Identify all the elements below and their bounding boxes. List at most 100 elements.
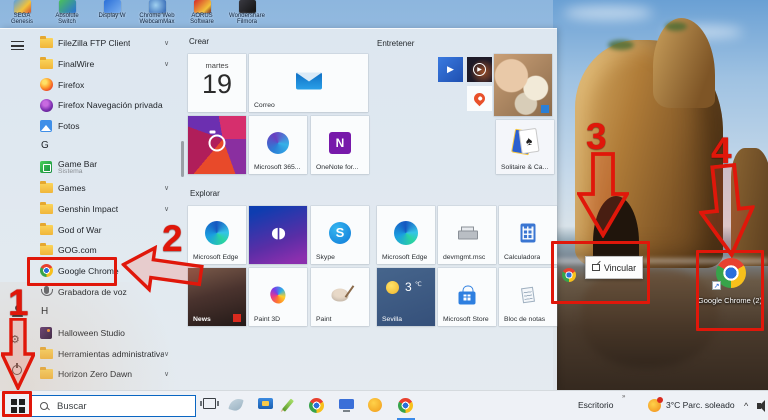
chevron-down-icon[interactable]: ∨ xyxy=(164,205,169,213)
app-item-label: GOG.com xyxy=(58,245,97,256)
tile-camara[interactable] xyxy=(188,116,246,174)
app-list-scrollbar[interactable] xyxy=(181,141,184,177)
tile-paint-3d[interactable]: Paint 3D xyxy=(249,268,307,326)
speaker-icon[interactable] xyxy=(757,400,768,412)
tile-microsoft-edge-2[interactable]: Microsoft Edge xyxy=(377,206,435,264)
mail-icon xyxy=(295,72,322,90)
taskbar-app-feather[interactable] xyxy=(228,396,244,413)
desktop-icon-1[interactable]: SEGA Genesis xyxy=(0,0,44,25)
tile-mapas[interactable] xyxy=(467,86,492,111)
app-item-finalwire[interactable]: FinalWire ∨ xyxy=(0,54,182,75)
sun-icon xyxy=(386,281,399,294)
tile-label: Sevilla xyxy=(382,316,403,323)
tile-label: Microsoft 365... xyxy=(254,164,301,171)
tile-calculadora[interactable]: Calculadora xyxy=(499,206,557,264)
toolbox-icon xyxy=(258,398,273,409)
tile-peliculas-tv[interactable]: ▶ xyxy=(438,57,463,82)
tile-onenote[interactable]: N OneNote for... xyxy=(311,116,369,174)
dragged-chrome-icon[interactable] xyxy=(562,268,576,282)
desktop-icon-6[interactable]: Wondershare Filmora xyxy=(225,0,269,25)
folder-icon xyxy=(39,181,53,194)
app-item-god-of-war[interactable]: God of War xyxy=(0,219,182,240)
app-item-label: Games xyxy=(58,183,86,194)
taskbar-app-display[interactable] xyxy=(339,398,354,412)
chevron-down-icon[interactable]: ∨ xyxy=(164,184,169,192)
taskbar-app-editor[interactable] xyxy=(281,398,294,412)
app-item-genshin-impact[interactable]: Genshin Impact ∨ xyxy=(0,199,182,220)
section-letter: H xyxy=(41,305,49,317)
app-item-filezilla-ftp-client[interactable]: FileZilla FTP Client ∨ xyxy=(0,33,182,54)
desktop-toolbar-label[interactable]: Escritorio xyxy=(578,400,613,410)
chevron-down-icon[interactable]: ∨ xyxy=(164,350,169,358)
app-item-firefox[interactable]: Firefox xyxy=(0,74,182,95)
tile-el-tiempo-sevilla[interactable]: 3 ℃ Sevilla xyxy=(377,268,435,326)
taskbar: Escritorio » 3°C Parc. soleado ^ xyxy=(0,390,768,420)
taskbar-app-orange[interactable] xyxy=(368,398,382,412)
folder-icon xyxy=(39,367,53,380)
pencil-icon xyxy=(281,398,294,412)
tile-microsoft-store[interactable]: Microsoft Store xyxy=(438,268,496,326)
tile-calendario[interactable]: martes 19 xyxy=(188,54,246,112)
tile-correo[interactable]: Correo xyxy=(249,54,368,112)
mic-icon xyxy=(41,286,53,297)
chrome-icon xyxy=(398,398,413,413)
tile-dolby-access[interactable]: ◖◗ xyxy=(249,206,307,264)
annotation-arrow-1 xyxy=(1,318,35,390)
app-item-label: Firefox Navegación privada xyxy=(58,100,163,111)
toolbar-overflow-chevron[interactable]: » xyxy=(622,394,625,400)
edge-icon xyxy=(205,220,229,245)
hallow-icon xyxy=(40,326,52,339)
taskbar-chrome-running[interactable] xyxy=(398,398,413,413)
desktop-icon-5[interactable]: AORUS Software xyxy=(180,0,224,25)
paint-palette-icon xyxy=(331,288,349,302)
tile-bloc-de-notas[interactable]: Bloc de notas xyxy=(499,268,557,326)
tile-devmgmt[interactable]: devmgmt.msc xyxy=(438,206,496,264)
app-icon xyxy=(148,0,166,13)
desktop-icon-label: Display W xyxy=(98,13,126,19)
taskbar-search[interactable] xyxy=(30,395,196,417)
tile-label: Correo xyxy=(254,102,275,109)
tile-musica[interactable]: ▶ xyxy=(467,57,492,82)
tile-skype[interactable]: S Skype xyxy=(311,206,369,264)
start-menu: ⚙ FileZilla FTP Client∨FinalWire∨Firefox… xyxy=(0,28,557,390)
app-item-firefox-navegaci-n-privada[interactable]: Firefox Navegación privada xyxy=(0,95,182,116)
annotation-box-chrome-item xyxy=(27,257,117,286)
app-item-game-bar[interactable]: Game Bar Sistema xyxy=(0,157,182,178)
chevron-down-icon[interactable]: ∨ xyxy=(164,39,169,47)
desktop-icon-3[interactable]: Display W xyxy=(90,0,134,19)
chevron-down-icon[interactable]: ∨ xyxy=(164,60,169,68)
app-icon xyxy=(103,0,121,13)
app-item-label: Firefox xyxy=(58,79,85,90)
app-item-label: Fotos xyxy=(58,121,80,132)
desktop-icon-2[interactable]: Absolute Switch xyxy=(45,0,89,25)
app-item-fotos[interactable]: Fotos xyxy=(0,116,182,137)
spade-card-icon: ♠ xyxy=(518,127,540,155)
taskbar-chrome[interactable] xyxy=(309,398,324,413)
folder-icon xyxy=(39,57,53,70)
app-section-letter-g[interactable]: G xyxy=(0,136,182,157)
tile-corner-badge xyxy=(541,105,549,113)
app-item-games[interactable]: Games ∨ xyxy=(0,178,182,199)
onenote-icon: N xyxy=(329,131,351,154)
task-view-icon xyxy=(200,398,219,409)
dolby-icon: ◖◗ xyxy=(271,223,286,242)
weather-tray-text[interactable]: 3°C Parc. soleado xyxy=(666,400,735,410)
orange-app-icon xyxy=(368,398,382,412)
tile-microsoft-365[interactable]: Microsoft 365... xyxy=(249,116,307,174)
tray-expand-chevron[interactable]: ^ xyxy=(744,401,748,411)
app-item-label: FinalWire xyxy=(58,59,95,70)
app-icon xyxy=(58,0,76,13)
gamebar-icon xyxy=(40,161,52,174)
taskbar-app-toolbox[interactable] xyxy=(258,398,273,409)
tile-solitaire[interactable]: ♠ Solitaire & Ca... xyxy=(496,120,554,174)
desktop-icon-4[interactable]: Chrome Web WebcamMax xyxy=(135,0,179,25)
tile-label: Paint xyxy=(316,316,332,323)
tile-paint[interactable]: Paint xyxy=(311,268,369,326)
app-item-label: FileZilla FTP Client xyxy=(58,38,131,49)
tile-promo-photo[interactable] xyxy=(494,54,552,116)
weather-tray-icon[interactable] xyxy=(648,397,663,412)
task-view-button[interactable] xyxy=(200,398,219,409)
search-input[interactable] xyxy=(55,399,165,413)
chevron-down-icon[interactable]: ∨ xyxy=(164,370,169,378)
chrome-icon xyxy=(309,398,324,413)
